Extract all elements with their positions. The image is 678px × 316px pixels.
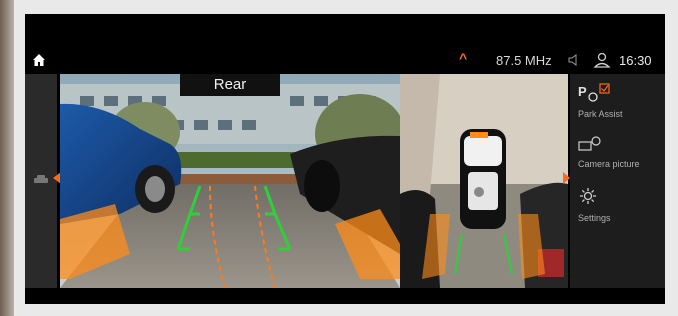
camera-picture-label: Camera picture bbox=[578, 159, 640, 169]
menu-item-camera-picture[interactable]: Camera picture bbox=[578, 136, 663, 169]
bezel-edge bbox=[0, 0, 14, 316]
gear-icon bbox=[580, 188, 596, 204]
rear-camera-image bbox=[60, 74, 400, 288]
left-side-panel[interactable] bbox=[25, 74, 57, 288]
rear-view-label: Rear bbox=[180, 74, 280, 96]
surround-view-image bbox=[400, 74, 568, 288]
camera-icon bbox=[578, 136, 601, 151]
park-assist-icon: P bbox=[578, 83, 610, 102]
chevron-up-icon[interactable]: ^ bbox=[459, 50, 467, 66]
top-view-camera bbox=[400, 74, 568, 288]
menu-item-park-assist[interactable]: P Park Assist bbox=[578, 82, 663, 119]
home-icon[interactable] bbox=[31, 52, 47, 68]
car-view-icon[interactable] bbox=[33, 174, 49, 186]
park-menu: P Park Assist Camera picture Settings bbox=[570, 74, 665, 288]
status-bar: ^ 87.5 MHz 16:30 bbox=[25, 48, 665, 72]
park-assist-label: Park Assist bbox=[578, 109, 623, 119]
radio-frequency[interactable]: 87.5 MHz bbox=[496, 53, 552, 68]
settings-label: Settings bbox=[578, 213, 611, 223]
profile-icon[interactable] bbox=[593, 51, 611, 69]
rear-camera-view: Rear bbox=[60, 74, 400, 288]
park-glyph: P bbox=[578, 84, 587, 99]
menu-item-settings[interactable]: Settings bbox=[578, 186, 663, 223]
volume-icon bbox=[568, 54, 577, 66]
idrive-screen: ^ 87.5 MHz 16:30 Rear P Park Assist Came… bbox=[25, 14, 665, 304]
clock: 16:30 bbox=[619, 53, 652, 68]
